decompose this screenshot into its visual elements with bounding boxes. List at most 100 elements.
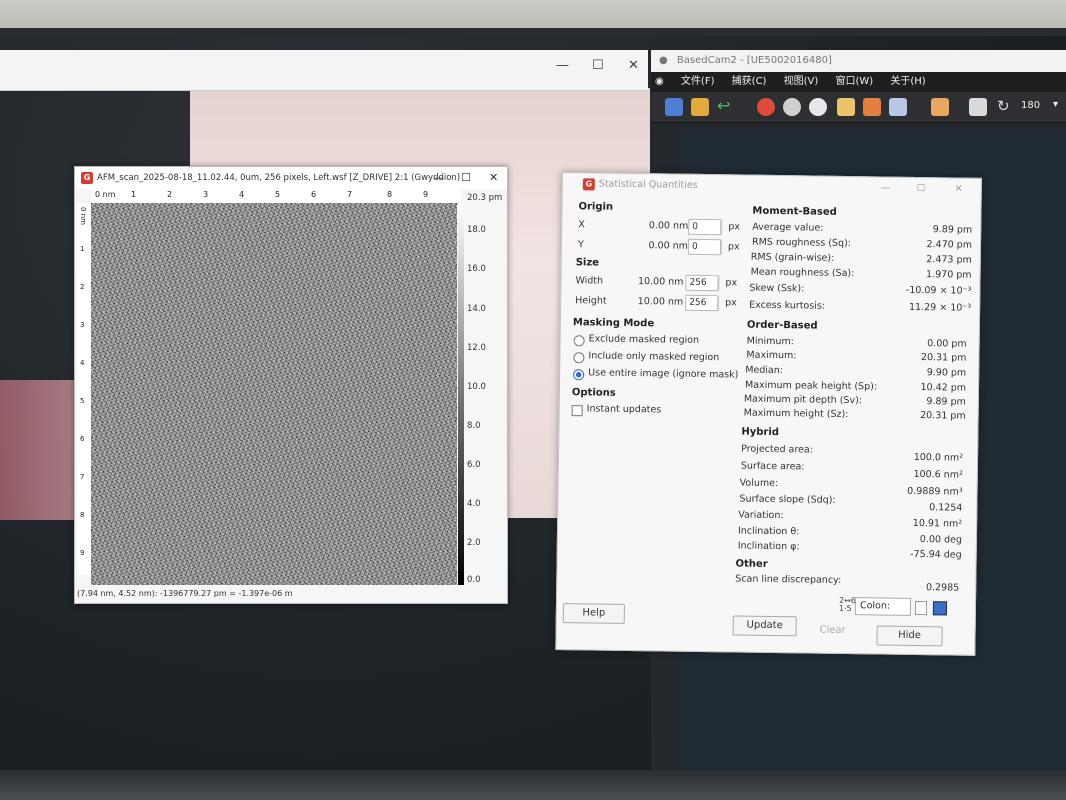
ruler-tick: 3 [203, 190, 209, 199]
ruler-tick: 9 [423, 190, 429, 199]
rotate-icon[interactable]: ↻ [997, 98, 1015, 116]
height-value: 10.00 nm [637, 296, 684, 308]
camera-toolbar: ↩ ↻ 180 ▾ [651, 92, 1066, 123]
ruler-tick: 7 [347, 190, 353, 199]
color-field[interactable]: Colon: [854, 597, 912, 616]
stat-value: 0.9889 nm³ [907, 485, 963, 498]
vertical-ruler: 0 nm 1 2 3 4 5 6 7 8 9 [77, 203, 92, 575]
menu-capture[interactable]: 捕获(C) [732, 76, 767, 87]
instant-updates-checkbox[interactable] [571, 405, 583, 417]
include-masked-radio[interactable] [573, 352, 585, 364]
pen-icon[interactable] [665, 98, 683, 116]
scale-label: 6.0 [467, 460, 481, 470]
instant-updates-label[interactable]: Instant updates [587, 403, 662, 415]
camera-titlebar: ● BasedCam2 - [UE5002016480] [651, 50, 1066, 72]
dialog-titlebar: G Statistical Quantities — ☐ ✕ [563, 173, 981, 201]
maximize-button[interactable]: ☐ [917, 178, 926, 200]
use-entire-image-label[interactable]: Use entire image (ignore mask) [588, 367, 738, 380]
zoom-dropdown-icon[interactable]: ▾ [1053, 99, 1058, 110]
stat-value: 10.42 pm [920, 382, 967, 394]
masking-header: Masking Mode [572, 317, 655, 330]
ruler-tick: 3 [80, 321, 85, 329]
save-png-icon[interactable] [863, 98, 881, 116]
exclude-masked-label[interactable]: Exclude masked region [589, 333, 700, 346]
stat-label: Surface slope (Sdq): [739, 493, 836, 506]
save-jpg-icon[interactable] [837, 98, 855, 116]
monitor-bottom-bezel [0, 770, 1066, 800]
stat-value: -10.09 × 10⁻³ [905, 284, 972, 297]
close-button[interactable]: ✕ [489, 167, 498, 189]
update-button[interactable]: Update [732, 615, 797, 637]
include-masked-label[interactable]: Include only masked region [588, 350, 719, 363]
stat-label: Volume: [739, 477, 779, 490]
pause-icon[interactable] [783, 98, 801, 116]
origin-x-px-input[interactable]: 0 [688, 218, 722, 236]
ruler-tick: 0 nm [95, 190, 116, 199]
ruler-tick: 8 [387, 190, 393, 199]
digits-format-icon[interactable]: 2↔6 1·5 [839, 596, 856, 613]
scale-label: 12.0 [467, 343, 486, 353]
background-window-titlebar: — ☐ ✕ [0, 50, 648, 91]
stat-label: Maximum pit depth (Sv): [743, 393, 863, 407]
record-icon[interactable] [809, 98, 827, 116]
height-px-input[interactable]: 256 [685, 294, 719, 312]
maximize-button[interactable]: ☐ [461, 167, 471, 189]
ruler-tick: 2 [80, 283, 85, 291]
gwyddion-icon: G [81, 172, 93, 184]
width-label: Width [575, 275, 604, 287]
ruler-tick: 5 [275, 190, 281, 199]
origin-y-px-input[interactable]: 0 [687, 238, 722, 256]
minimize-button[interactable]: — [433, 167, 444, 189]
origin-x-value: 0.00 nm [648, 220, 689, 232]
px-unit: px [725, 297, 737, 309]
record-stop-icon[interactable] [757, 98, 775, 116]
ruler-tick: 6 [311, 190, 317, 199]
stat-value: 20.31 pm [920, 410, 966, 422]
layout-icon[interactable] [931, 98, 949, 116]
close-button[interactable]: ✕ [628, 58, 639, 73]
close-button[interactable]: ✕ [955, 178, 963, 200]
order-based-header: Order-Based [746, 319, 818, 332]
copy-icon[interactable] [914, 600, 928, 616]
menu-view[interactable]: 视图(V) [784, 76, 819, 87]
menu-about[interactable]: 关于(H) [890, 76, 925, 87]
ruler-tick: 0 nm [79, 207, 87, 225]
statistical-quantities-dialog: G Statistical Quantities — ☐ ✕ Origin X … [555, 172, 982, 656]
ruler-tick: 5 [80, 397, 85, 405]
exclude-masked-radio[interactable] [573, 335, 585, 347]
ruler-tick: 9 [80, 549, 85, 557]
width-px-input[interactable]: 256 [685, 274, 719, 292]
zoom-value[interactable]: 180 [1021, 100, 1040, 111]
minimize-button[interactable]: — [556, 58, 569, 73]
minimize-button[interactable]: — [881, 177, 891, 199]
back-arrow-icon[interactable]: ↩ [717, 98, 735, 116]
maximize-button[interactable]: ☐ [592, 58, 604, 73]
ruler-tick: 1 [80, 245, 85, 253]
other-header: Other [735, 558, 768, 570]
stat-label: RMS (grain-wise): [750, 251, 835, 264]
help-button[interactable]: Help [562, 603, 625, 624]
window-icon[interactable] [969, 98, 987, 116]
ruler-tick: 1 [131, 190, 137, 199]
stat-label: Average value: [752, 221, 824, 234]
stat-label: RMS roughness (Sq): [751, 236, 851, 250]
stat-value: 100.6 nm² [913, 468, 963, 481]
ruler-tick: 4 [239, 190, 245, 199]
stat-value: 11.29 × 10⁻³ [908, 301, 972, 314]
menu-file[interactable]: 文件(F) [681, 76, 715, 87]
use-entire-image-radio[interactable] [573, 369, 585, 381]
hybrid-header: Hybrid [741, 426, 780, 439]
stat-value: 1.970 pm [926, 269, 972, 281]
clear-button[interactable]: Clear [806, 620, 858, 641]
menu-window[interactable]: 窗口(W) [836, 76, 874, 87]
stat-value: 0.1254 [929, 502, 963, 514]
image-icon[interactable] [691, 98, 709, 116]
origin-header: Origin [578, 201, 614, 213]
stat-value: 2.473 pm [926, 254, 972, 266]
save-icon[interactable] [932, 601, 948, 616]
hide-button[interactable]: Hide [876, 625, 943, 647]
save-bmp-icon[interactable] [889, 98, 907, 116]
scale-label: 14.0 [467, 304, 486, 314]
stat-value: 10.91 nm² [912, 517, 963, 530]
afm-height-map[interactable] [91, 203, 457, 585]
